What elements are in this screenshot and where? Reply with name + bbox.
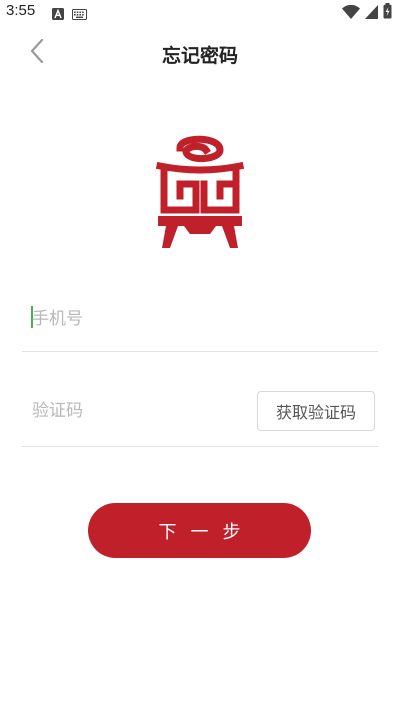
next-step-button[interactable]: 下一步 [88,503,311,558]
status-left-icons [52,5,87,24]
wifi-icon [342,4,360,23]
phone-field [22,290,378,352]
keyboard-icon [72,5,87,24]
nav-bar: 忘记密码 [0,24,400,80]
status-bar: 3:55 [0,0,400,24]
get-code-button[interactable]: 获取验证码 [257,391,375,431]
status-time: 3:55 [6,2,36,19]
code-field: 获取验证码 [22,382,378,447]
page-title: 忘记密码 [161,45,238,67]
phone-input[interactable] [32,304,362,334]
verification-code-input[interactable] [32,396,252,426]
signal-icon [365,4,378,23]
app-logo [150,130,250,250]
battery-charging-icon [383,3,392,23]
a-notification-icon [52,5,64,24]
status-right-icons [342,3,392,23]
